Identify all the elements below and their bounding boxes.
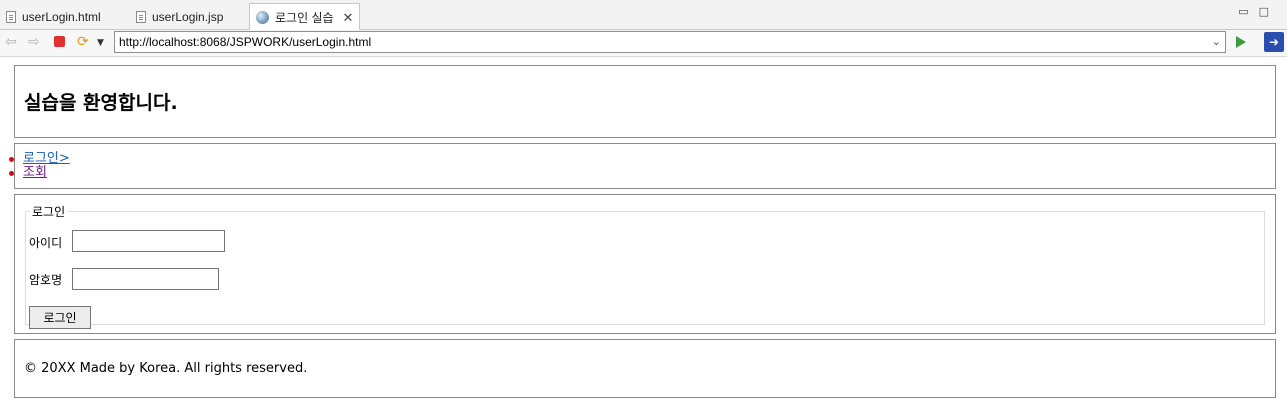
address-url: http://localhost:8068/JSPWORK/userLogin.… (119, 35, 372, 49)
editor-tab-bar: userLogin.html userLogin.jsp 로그인 실습 ✕ ▭□ (0, 0, 1287, 31)
window-controls: ▭□ (1238, 5, 1279, 18)
dropdown-chevron-icon[interactable]: ▼ (97, 34, 104, 52)
page-header: 실습을 환영합니다. (14, 65, 1276, 138)
login-fieldset: 로그인 아이디 암호명 로그인 (25, 203, 1265, 329)
tab-label: 로그인 실습 (275, 11, 334, 25)
id-label: 아이디 (29, 236, 63, 250)
go-icon[interactable] (1236, 36, 1246, 48)
page-nav: 로그인> 조회 (9, 143, 1276, 189)
file-icon (136, 10, 146, 23)
file-icon (6, 10, 16, 23)
page-footer: © 20XX Made by Korea. All rights reserve… (14, 339, 1276, 398)
stop-icon[interactable] (54, 36, 65, 47)
tab-label: userLogin.jsp (152, 9, 224, 24)
page-main: 로그인 아이디 암호명 로그인 (14, 194, 1276, 334)
address-dropdown-icon[interactable]: ⌄ (1212, 32, 1221, 52)
nav-list: 로그인> 조회 (9, 151, 70, 180)
search-link[interactable]: 조회 (23, 165, 47, 180)
refresh-icon[interactable]: ⟳ (77, 33, 89, 51)
footer-copyright: © 20XX Made by Korea. All rights reserve… (24, 361, 308, 376)
forward-icon[interactable]: ⇨ (28, 33, 40, 51)
id-input[interactable] (72, 230, 225, 252)
password-label: 암호명 (29, 273, 63, 287)
login-link[interactable]: 로그인> (23, 151, 70, 166)
back-icon[interactable]: ⇦ (5, 33, 17, 51)
password-input[interactable] (72, 268, 219, 290)
maximize-icon[interactable]: □ (1259, 5, 1279, 18)
address-bar[interactable]: http://localhost:8068/JSPWORK/userLogin.… (114, 31, 1226, 53)
login-legend: 로그인 (32, 205, 66, 219)
tab-userlogin-html[interactable]: userLogin.html (6, 3, 101, 30)
close-tab-icon[interactable]: ✕ (343, 10, 354, 26)
page-title: 실습을 환영합니다. (24, 92, 178, 114)
tab-login-practice[interactable]: 로그인 실습 ✕ (249, 3, 361, 31)
nav-item-search: 조회 (9, 165, 70, 180)
minimize-icon[interactable]: ▭ (1238, 5, 1258, 18)
login-button[interactable]: 로그인 (29, 306, 91, 329)
globe-icon (256, 11, 269, 24)
tab-userlogin-jsp[interactable]: userLogin.jsp (136, 3, 223, 30)
external-browser-icon[interactable]: ➜ (1264, 32, 1284, 52)
tab-label: userLogin.html (22, 9, 101, 24)
nav-item-login: 로그인> (9, 151, 70, 166)
